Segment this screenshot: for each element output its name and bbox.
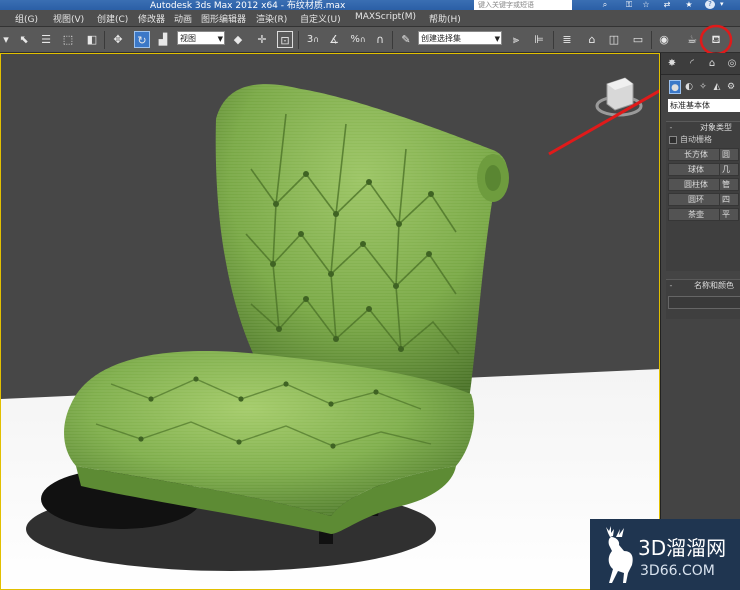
geometry-icon[interactable]: ● bbox=[669, 80, 681, 94]
rollout-header[interactable]: - 名称和颜色 bbox=[666, 280, 740, 292]
cone-button[interactable]: 圆 bbox=[719, 148, 739, 161]
rollout-header[interactable]: - 对象类型 bbox=[666, 122, 740, 134]
create-subtabs: ● ◐ ✧ ◭ ⚙ bbox=[661, 77, 740, 97]
motion-tab-icon[interactable]: ◎ bbox=[725, 56, 739, 72]
helpers-icon[interactable]: ⚙ bbox=[725, 80, 737, 94]
plane-button[interactable]: 平 bbox=[719, 208, 739, 221]
cylinder-button[interactable]: 圆柱体 bbox=[668, 178, 724, 191]
red-annotation-circle bbox=[699, 24, 733, 56]
object-category-dropdown[interactable]: 标准基本体 bbox=[668, 99, 740, 112]
watermark: 3D溜溜网 3D66.COM bbox=[590, 519, 740, 590]
watermark-site: 3D66.COM bbox=[640, 563, 715, 579]
create-tab-icon[interactable]: ✸ bbox=[665, 56, 679, 72]
rollout-title: 对象类型 bbox=[700, 123, 732, 132]
lights-icon[interactable]: ✧ bbox=[697, 80, 709, 94]
annotation-overlay bbox=[699, 24, 733, 56]
tube-button[interactable]: 管 bbox=[719, 178, 739, 191]
geosphere-button[interactable]: 几 bbox=[719, 163, 739, 176]
checkbox-icon bbox=[669, 136, 677, 144]
pyramid-button[interactable]: 四 bbox=[719, 193, 739, 206]
sphere-button[interactable]: 球体 bbox=[668, 163, 724, 176]
command-panel: ✸ ◜ ⌂ ◎ ● ◐ ✧ ◭ ⚙ 标准基本体 - 对象类型 自动栅格 长方体 圆… bbox=[660, 53, 740, 590]
hierarchy-tab-icon[interactable]: ⌂ bbox=[705, 56, 719, 72]
watermark-title: 3D溜溜网 bbox=[638, 536, 727, 560]
rollout-title: 名称和颜色 bbox=[694, 281, 734, 290]
object-name-field[interactable] bbox=[668, 296, 740, 309]
command-panel-tabs: ✸ ◜ ⌂ ◎ bbox=[661, 53, 740, 75]
box-button[interactable]: 长方体 bbox=[668, 148, 724, 161]
shapes-icon[interactable]: ◐ bbox=[683, 80, 695, 94]
modify-tab-icon[interactable]: ◜ bbox=[685, 56, 699, 72]
deer-logo-icon bbox=[606, 526, 633, 583]
teapot-button[interactable]: 茶壶 bbox=[668, 208, 724, 221]
autogrid-label: 自动栅格 bbox=[680, 135, 712, 144]
torus-button[interactable]: 圆环 bbox=[668, 193, 724, 206]
autogrid-checkbox[interactable]: 自动栅格 bbox=[666, 134, 740, 146]
cameras-icon[interactable]: ◭ bbox=[711, 80, 723, 94]
